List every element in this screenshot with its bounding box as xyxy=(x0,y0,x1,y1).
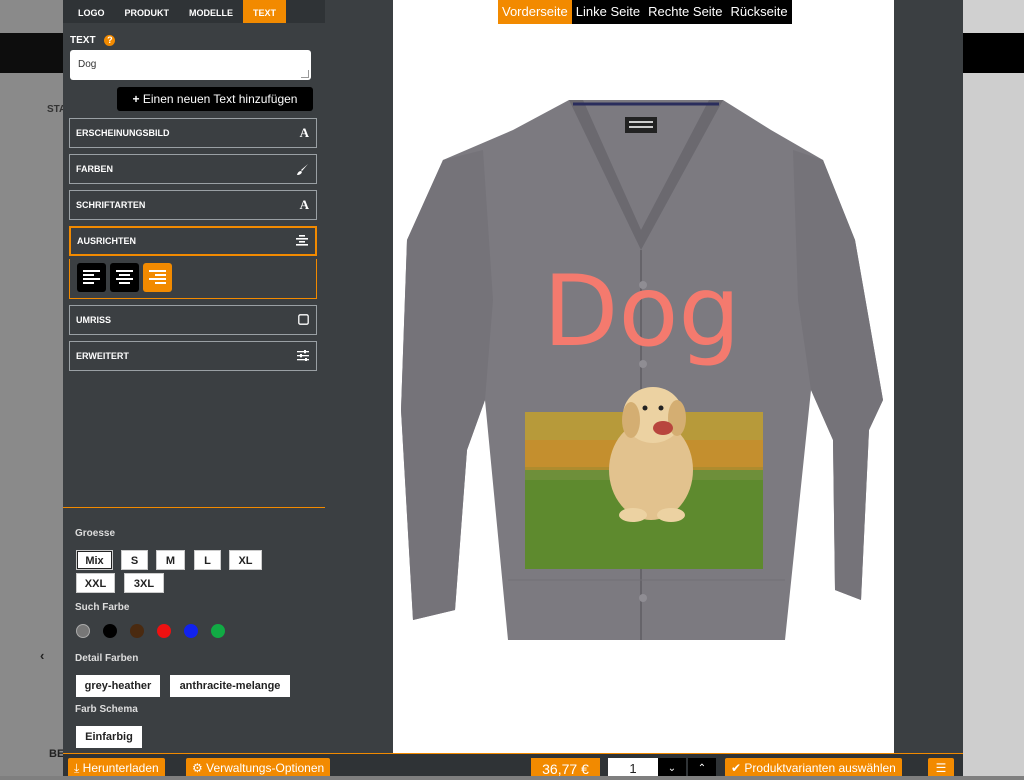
plus-icon: + xyxy=(132,92,140,106)
product-variants-label: Produktvarianten auswählen xyxy=(744,761,896,775)
overlay-right xyxy=(963,0,1024,776)
accordion-label: UMRISS xyxy=(76,315,112,325)
align-center-button[interactable] xyxy=(110,263,139,292)
font-a-icon: A xyxy=(299,197,309,212)
quantity-input[interactable]: 1 xyxy=(608,758,658,776)
accordion-label: ERWEITERT xyxy=(76,351,129,361)
admin-options-label: Verwaltungs-Optionen xyxy=(206,761,325,775)
align-right-button[interactable] xyxy=(143,263,172,292)
design-text[interactable]: Dog xyxy=(543,262,741,362)
size-xl[interactable]: XL xyxy=(229,550,262,570)
color-search-label: Such Farbe xyxy=(75,602,130,613)
add-text-button[interactable]: + Einen neuen Text hinzufügen xyxy=(117,87,313,111)
detail-color-chip[interactable]: grey-heather xyxy=(76,675,160,697)
chevron-up-icon[interactable]: ⌃ xyxy=(688,758,716,776)
product-variants-button[interactable]: ✔ Produktvarianten auswählen xyxy=(725,758,902,776)
accordion-label: ERSCHEINUNGSBILD xyxy=(76,128,170,138)
detail-colors-label: Detail Farben xyxy=(75,653,139,664)
help-icon[interactable]: ? xyxy=(104,35,116,46)
text-input[interactable]: Dog xyxy=(70,50,311,80)
align-left-button[interactable] xyxy=(77,263,106,292)
overlay-left xyxy=(0,73,63,776)
accordion-appearance[interactable]: ERSCHEINUNGSBILD A xyxy=(69,118,317,148)
detail-color-chip[interactable]: anthracite-melange xyxy=(170,675,290,697)
size-mix[interactable]: Mix xyxy=(76,550,113,570)
accordion-label: SCHRIFTARTEN xyxy=(76,200,146,210)
accordion-label: FARBEN xyxy=(76,164,114,174)
accordion-advanced[interactable]: ERWEITERT xyxy=(69,341,317,371)
accordion-label: AUSRICHTEN xyxy=(77,236,137,246)
product-stage[interactable]: Dog xyxy=(393,0,894,753)
download-label: Herunterladen xyxy=(82,761,159,775)
color-swatch-black[interactable] xyxy=(103,624,117,638)
gear-icon: ⚙ xyxy=(192,761,203,775)
panel-divider xyxy=(63,507,325,508)
square-icon xyxy=(298,306,309,335)
size-label: Groesse xyxy=(75,528,116,539)
align-options xyxy=(69,259,317,299)
chevron-left-icon[interactable]: ‹ xyxy=(40,648,44,663)
accordion-outline[interactable]: UMRISS xyxy=(69,305,317,335)
color-swatch-brown[interactable] xyxy=(130,624,144,638)
size-m[interactable]: M xyxy=(156,550,185,570)
color-swatch-grey[interactable] xyxy=(76,624,90,638)
admin-options-button[interactable]: ⚙ Verwaltungs-Optionen xyxy=(186,758,331,776)
accordion-align[interactable]: AUSRICHTEN xyxy=(69,226,317,256)
sliders-icon xyxy=(297,342,309,371)
download-button[interactable]: ⤓ Herunterladen xyxy=(68,758,165,776)
side-tab-back[interactable]: Rückseite xyxy=(727,0,792,24)
tab-modelle[interactable]: MODELLE xyxy=(179,0,243,23)
overlay-right-band xyxy=(963,33,1024,73)
accordion-colors[interactable]: FARBEN xyxy=(69,154,317,184)
check-circle-icon: ✔ xyxy=(731,761,742,775)
menu-icon[interactable]: ☰ xyxy=(928,758,954,776)
text-section-label: TEXT ? xyxy=(70,35,116,47)
font-a-icon: A xyxy=(299,125,309,140)
color-swatch-red[interactable] xyxy=(157,624,171,638)
background-text: BE xyxy=(49,748,65,760)
scheme-label: Farb Schema xyxy=(75,704,138,715)
tab-text[interactable]: TEXT xyxy=(243,0,287,23)
align-center-icon xyxy=(296,228,308,255)
size-l[interactable]: L xyxy=(194,550,221,570)
scheme-chip[interactable]: Einfarbig xyxy=(76,726,142,748)
size-3xl[interactable]: 3XL xyxy=(124,573,164,593)
size-xxl[interactable]: XXL xyxy=(76,573,115,593)
editor-panel: LOGO PRODUKT MODELLE TEXT TEXT ? Dog + E… xyxy=(63,0,330,753)
side-tab-left[interactable]: Linke Seite xyxy=(572,0,644,24)
color-swatch-green[interactable] xyxy=(211,624,225,638)
tab-logo[interactable]: LOGO xyxy=(68,0,115,23)
accordion-fonts[interactable]: SCHRIFTARTEN A xyxy=(69,190,317,220)
brush-icon xyxy=(296,155,309,186)
text-input-value: Dog xyxy=(78,59,97,70)
garment-illustration xyxy=(401,100,883,640)
view-side-tabs: Vorderseite Linke Seite Rechte Seite Rüc… xyxy=(498,0,792,24)
download-icon: ⤓ xyxy=(74,761,80,775)
side-tab-front[interactable]: Vorderseite xyxy=(498,0,572,24)
text-label: TEXT xyxy=(70,35,96,47)
price-display: 36,77 € xyxy=(531,758,600,777)
color-swatch-blue[interactable] xyxy=(184,624,198,638)
editor-tabs: LOGO PRODUKT MODELLE TEXT xyxy=(63,0,330,23)
resize-handle-icon[interactable] xyxy=(301,70,309,78)
add-text-label: Einen neuen Text hinzufügen xyxy=(142,92,298,106)
tab-produkt[interactable]: PRODUKT xyxy=(115,0,180,23)
chevron-down-icon[interactable]: ⌄ xyxy=(658,758,686,776)
size-s[interactable]: S xyxy=(121,550,148,570)
side-tab-right[interactable]: Rechte Seite xyxy=(644,0,726,24)
